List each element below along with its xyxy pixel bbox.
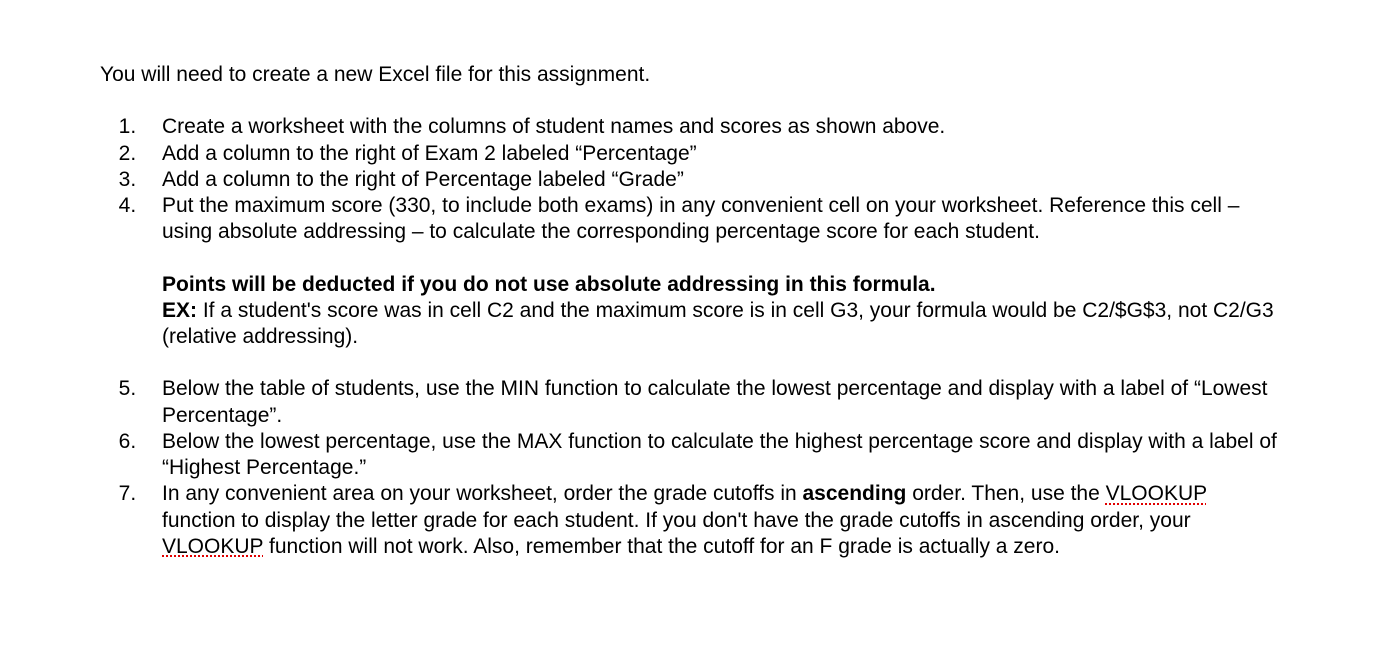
list-item-4-text: Put the maximum score (330, to include b…: [162, 194, 1239, 243]
list-item-7-bold: ascending: [803, 482, 907, 505]
list-item-4-example: EX: If a student's score was in cell C2 …: [162, 298, 1277, 351]
list-item-3: Add a column to the right of Percentage …: [142, 167, 1277, 193]
list-item-7-text-g: function will not work. Also, remember t…: [263, 535, 1060, 558]
note-bold-text: Points will be deducted if you do not us…: [162, 273, 936, 296]
list-item-1: Create a worksheet with the columns of s…: [142, 114, 1277, 140]
list-item-2-text: Add a column to the right of Exam 2 labe…: [162, 142, 697, 165]
vlookup-word-1: VLOOKUP: [1106, 482, 1207, 505]
list-item-7-text-a: In any convenient area on your worksheet…: [162, 482, 803, 505]
list-item-4-note: Points will be deducted if you do not us…: [162, 272, 1277, 298]
blank-line: [162, 246, 1277, 272]
list-item-5-text: Below the table of students, use the MIN…: [162, 377, 1267, 426]
example-label: EX:: [162, 299, 197, 322]
list-item-7: In any convenient area on your worksheet…: [142, 481, 1277, 560]
intro-paragraph: You will need to create a new Excel file…: [100, 62, 1277, 88]
list-item-6: Below the lowest percentage, use the MAX…: [142, 429, 1277, 482]
blank-line: [162, 350, 1277, 376]
list-item-3-text: Add a column to the right of Percentage …: [162, 168, 684, 191]
list-item-5: Below the table of students, use the MIN…: [142, 376, 1277, 429]
list-item-2: Add a column to the right of Exam 2 labe…: [142, 141, 1277, 167]
list-item-4: Put the maximum score (330, to include b…: [142, 193, 1277, 376]
example-text: If a student's score was in cell C2 and …: [162, 299, 1274, 348]
list-item-7-text-e: function to display the letter grade for…: [162, 509, 1191, 532]
list-item-6-text: Below the lowest percentage, use the MAX…: [162, 430, 1277, 479]
vlookup-word-2: VLOOKUP: [162, 535, 263, 558]
list-item-7-text-c: order. Then, use the: [906, 482, 1105, 505]
list-item-1-text: Create a worksheet with the columns of s…: [162, 115, 945, 138]
instruction-list: Create a worksheet with the columns of s…: [142, 114, 1277, 560]
document-page: You will need to create a new Excel file…: [0, 0, 1377, 667]
